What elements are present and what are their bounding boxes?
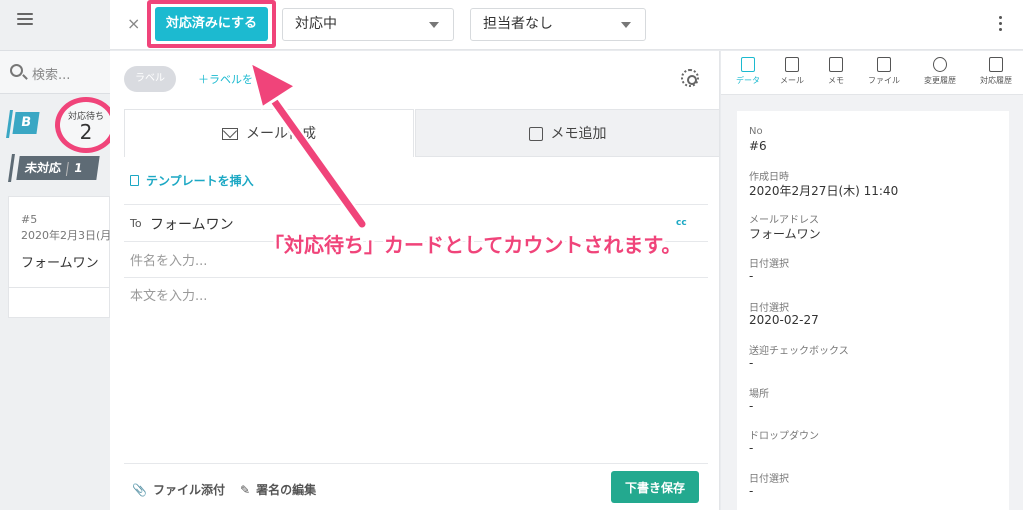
annotation-callout: 「対応待ち」カードとしてカウントされます。 xyxy=(264,233,682,257)
